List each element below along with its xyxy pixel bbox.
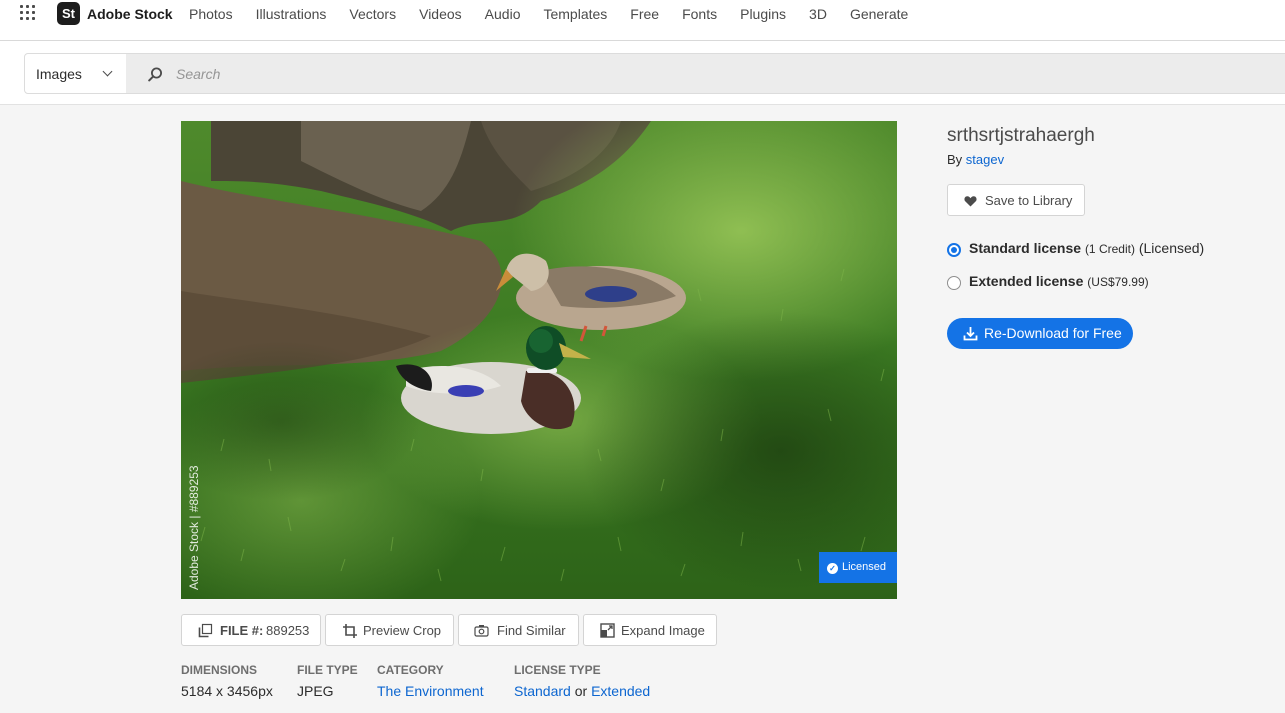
license-standard-link[interactable]: Standard: [514, 683, 571, 699]
standard-license-text[interactable]: Standard license (1 Credit) (Licensed): [969, 240, 1204, 256]
heart-icon: [964, 196, 977, 207]
image-watermark: Adobe Stock | #889253: [187, 465, 201, 590]
nav-3d[interactable]: 3D: [809, 6, 827, 22]
license-or-text: or: [574, 683, 588, 699]
standard-license-name: Standard license: [969, 240, 1082, 256]
find-similar-button[interactable]: Find Similar: [458, 614, 579, 646]
author-link[interactable]: stagev: [966, 152, 1004, 167]
asset-byline: By stagev: [947, 152, 1004, 167]
copy-icon: [198, 623, 213, 638]
file-type-value: JPEG: [297, 683, 334, 699]
crop-icon: [343, 624, 357, 638]
standard-license-detail: (1 Credit): [1084, 242, 1135, 256]
expand-image-label: Expand Image: [621, 623, 705, 638]
by-text: By: [947, 152, 963, 167]
stock-image-preview[interactable]: Adobe Stock | #889253 ✓ Licensed: [181, 121, 897, 599]
category-heading: CATEGORY: [377, 663, 444, 677]
search-scope-dropdown[interactable]: Images: [24, 53, 127, 94]
nav-audio[interactable]: Audio: [485, 6, 521, 22]
standard-license-radio[interactable]: [947, 243, 961, 257]
license-type-values: Standard or Extended: [514, 683, 650, 699]
dimensions-value: 5184 x 3456px: [181, 683, 273, 699]
category-link[interactable]: The Environment: [377, 683, 484, 699]
search-input[interactable]: [176, 64, 976, 84]
nav-fonts[interactable]: Fonts: [682, 6, 717, 22]
nav-videos[interactable]: Videos: [419, 6, 462, 22]
duck-photo: [181, 121, 897, 599]
search-scope-label: Images: [36, 66, 82, 82]
preview-crop-button[interactable]: Preview Crop: [325, 614, 454, 646]
search-bar: Images: [0, 41, 1285, 105]
nav-links: Photos Illustrations Vectors Videos Audi…: [189, 6, 931, 22]
extended-license-radio[interactable]: [947, 276, 961, 290]
expand-image-button[interactable]: Expand Image: [583, 614, 717, 646]
file-number-label: FILE #:: [220, 623, 264, 638]
file-number-button[interactable]: FILE #: 889253: [181, 614, 321, 646]
search-box: [126, 53, 1285, 94]
nav-illustrations[interactable]: Illustrations: [256, 6, 327, 22]
nav-free[interactable]: Free: [630, 6, 659, 22]
app-switcher-icon[interactable]: [20, 5, 36, 21]
save-to-library-button[interactable]: Save to Library: [947, 184, 1085, 216]
license-extended-link[interactable]: Extended: [591, 683, 650, 699]
redownload-button[interactable]: Re-Download for Free: [947, 318, 1133, 349]
extended-license-name: Extended license: [969, 273, 1084, 289]
find-similar-label: Find Similar: [497, 623, 566, 638]
nav-templates[interactable]: Templates: [543, 6, 607, 22]
licensed-badge: ✓ Licensed: [819, 552, 897, 583]
nav-plugins[interactable]: Plugins: [740, 6, 786, 22]
brand-name[interactable]: Adobe Stock: [87, 6, 173, 22]
nav-generate[interactable]: Generate: [850, 6, 908, 22]
extended-license-price: (US$79.99): [1087, 275, 1149, 289]
save-to-library-label: Save to Library: [985, 193, 1073, 208]
check-circle-icon: ✓: [827, 563, 838, 574]
licensed-badge-label: Licensed: [842, 561, 887, 573]
dimensions-heading: DIMENSIONS: [181, 663, 258, 677]
license-type-heading: LICENSE TYPE: [514, 663, 601, 677]
standard-license-status: (Licensed): [1138, 240, 1205, 256]
preview-crop-label: Preview Crop: [363, 623, 442, 638]
camera-icon: [474, 625, 489, 637]
expand-icon: [600, 623, 615, 638]
nav-photos[interactable]: Photos: [189, 6, 233, 22]
chevron-down-icon: [102, 66, 113, 77]
redownload-label: Re-Download for Free: [984, 325, 1122, 341]
search-icon[interactable]: [148, 67, 163, 82]
download-icon: [963, 327, 978, 341]
top-nav: St Adobe Stock Photos Illustrations Vect…: [0, 0, 1285, 41]
adobe-stock-logo[interactable]: St: [57, 2, 80, 25]
file-number-value: 889253: [266, 623, 310, 638]
file-type-heading: FILE TYPE: [297, 663, 358, 677]
nav-vectors[interactable]: Vectors: [349, 6, 396, 22]
asset-title: srthsrtjstrahaergh: [947, 125, 1095, 146]
extended-license-text[interactable]: Extended license (US$79.99): [969, 273, 1149, 289]
